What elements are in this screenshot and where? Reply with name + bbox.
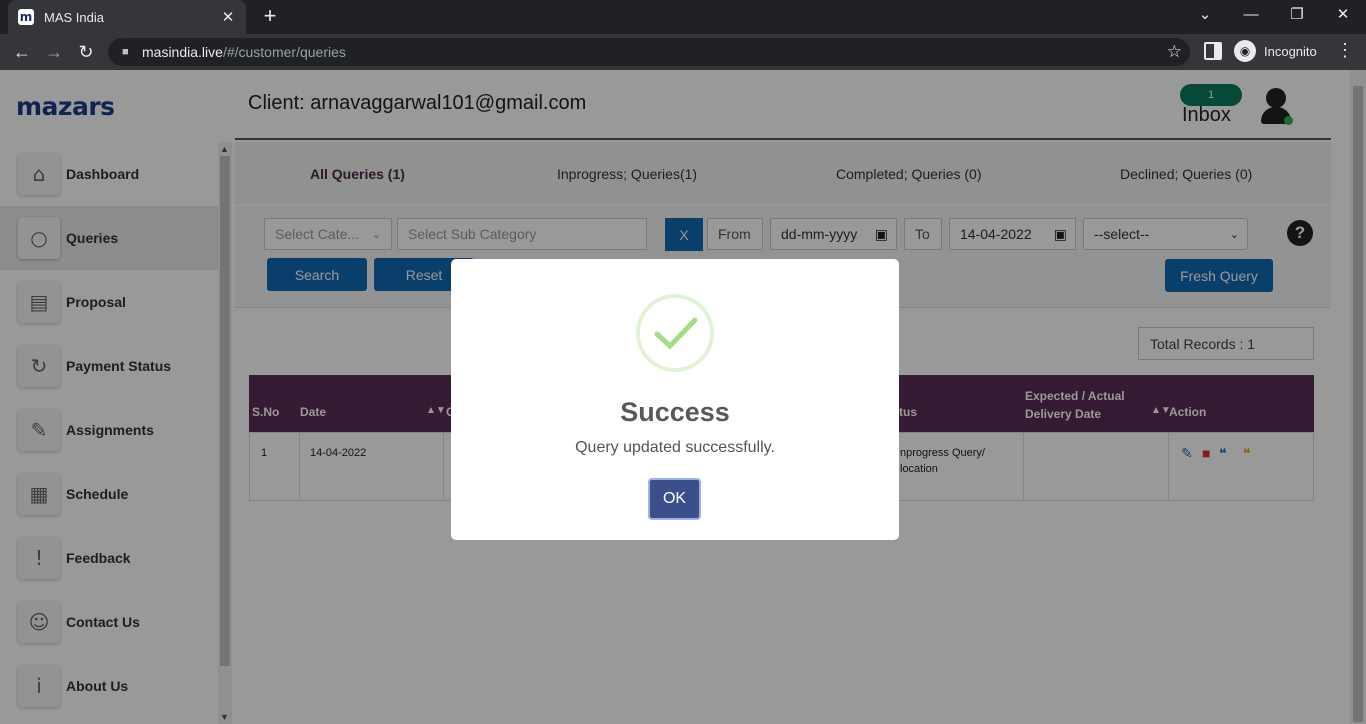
checkmark-icon xyxy=(654,317,698,350)
restore-button[interactable]: ❐ xyxy=(1285,4,1309,28)
tab-title: MAS India xyxy=(44,9,104,25)
page: mazars ⌂ Dashboard ○ Queries ▤ Proposal ↻ Payme… xyxy=(0,70,1366,724)
forward-icon[interactable]: → xyxy=(42,40,66,64)
new-tab-button[interactable]: + xyxy=(258,5,282,29)
minimize-button[interactable]: — xyxy=(1239,4,1263,28)
back-icon[interactable]: ← xyxy=(10,40,34,64)
dialog-title: Success xyxy=(620,397,730,427)
side-panel-icon[interactable] xyxy=(1204,42,1222,60)
address-bar[interactable]: ■ masindia.live /#/customer/queries ☆ xyxy=(108,38,1190,66)
close-window-button[interactable]: ✕ xyxy=(1331,4,1355,28)
browser-tab[interactable]: m MAS India ✕ xyxy=(8,0,246,34)
tab-search-icon[interactable]: ⌄ xyxy=(1193,4,1217,28)
browser-toolbar: ← → ↻ ■ masindia.live /#/customer/querie… xyxy=(0,34,1366,70)
incognito-label: Incognito xyxy=(1264,43,1317,59)
success-dialog: Success Query updated successfully. OK xyxy=(451,259,899,540)
lock-icon: ■ xyxy=(122,46,129,58)
ok-button[interactable]: OK xyxy=(648,478,701,520)
modal-overlay[interactable]: Success Query updated successfully. OK xyxy=(0,70,1366,724)
browser-tab-bar: m MAS India ✕ + ⌄ — ❐ ✕ xyxy=(0,0,1366,34)
tab-close-icon[interactable]: ✕ xyxy=(220,8,236,26)
bookmark-star-icon[interactable]: ☆ xyxy=(1167,42,1182,62)
favicon-icon: m xyxy=(18,9,34,25)
dialog-message: Query updated successfully. xyxy=(575,439,775,456)
reload-icon[interactable]: ↻ xyxy=(74,40,98,64)
incognito-indicator[interactable]: ◉ Incognito xyxy=(1234,40,1317,62)
incognito-icon: ◉ xyxy=(1234,40,1256,62)
url-host: masindia.live xyxy=(142,44,223,60)
url-path: /#/customer/queries xyxy=(222,44,346,60)
browser-menu-icon[interactable]: ⋮ xyxy=(1336,40,1354,61)
